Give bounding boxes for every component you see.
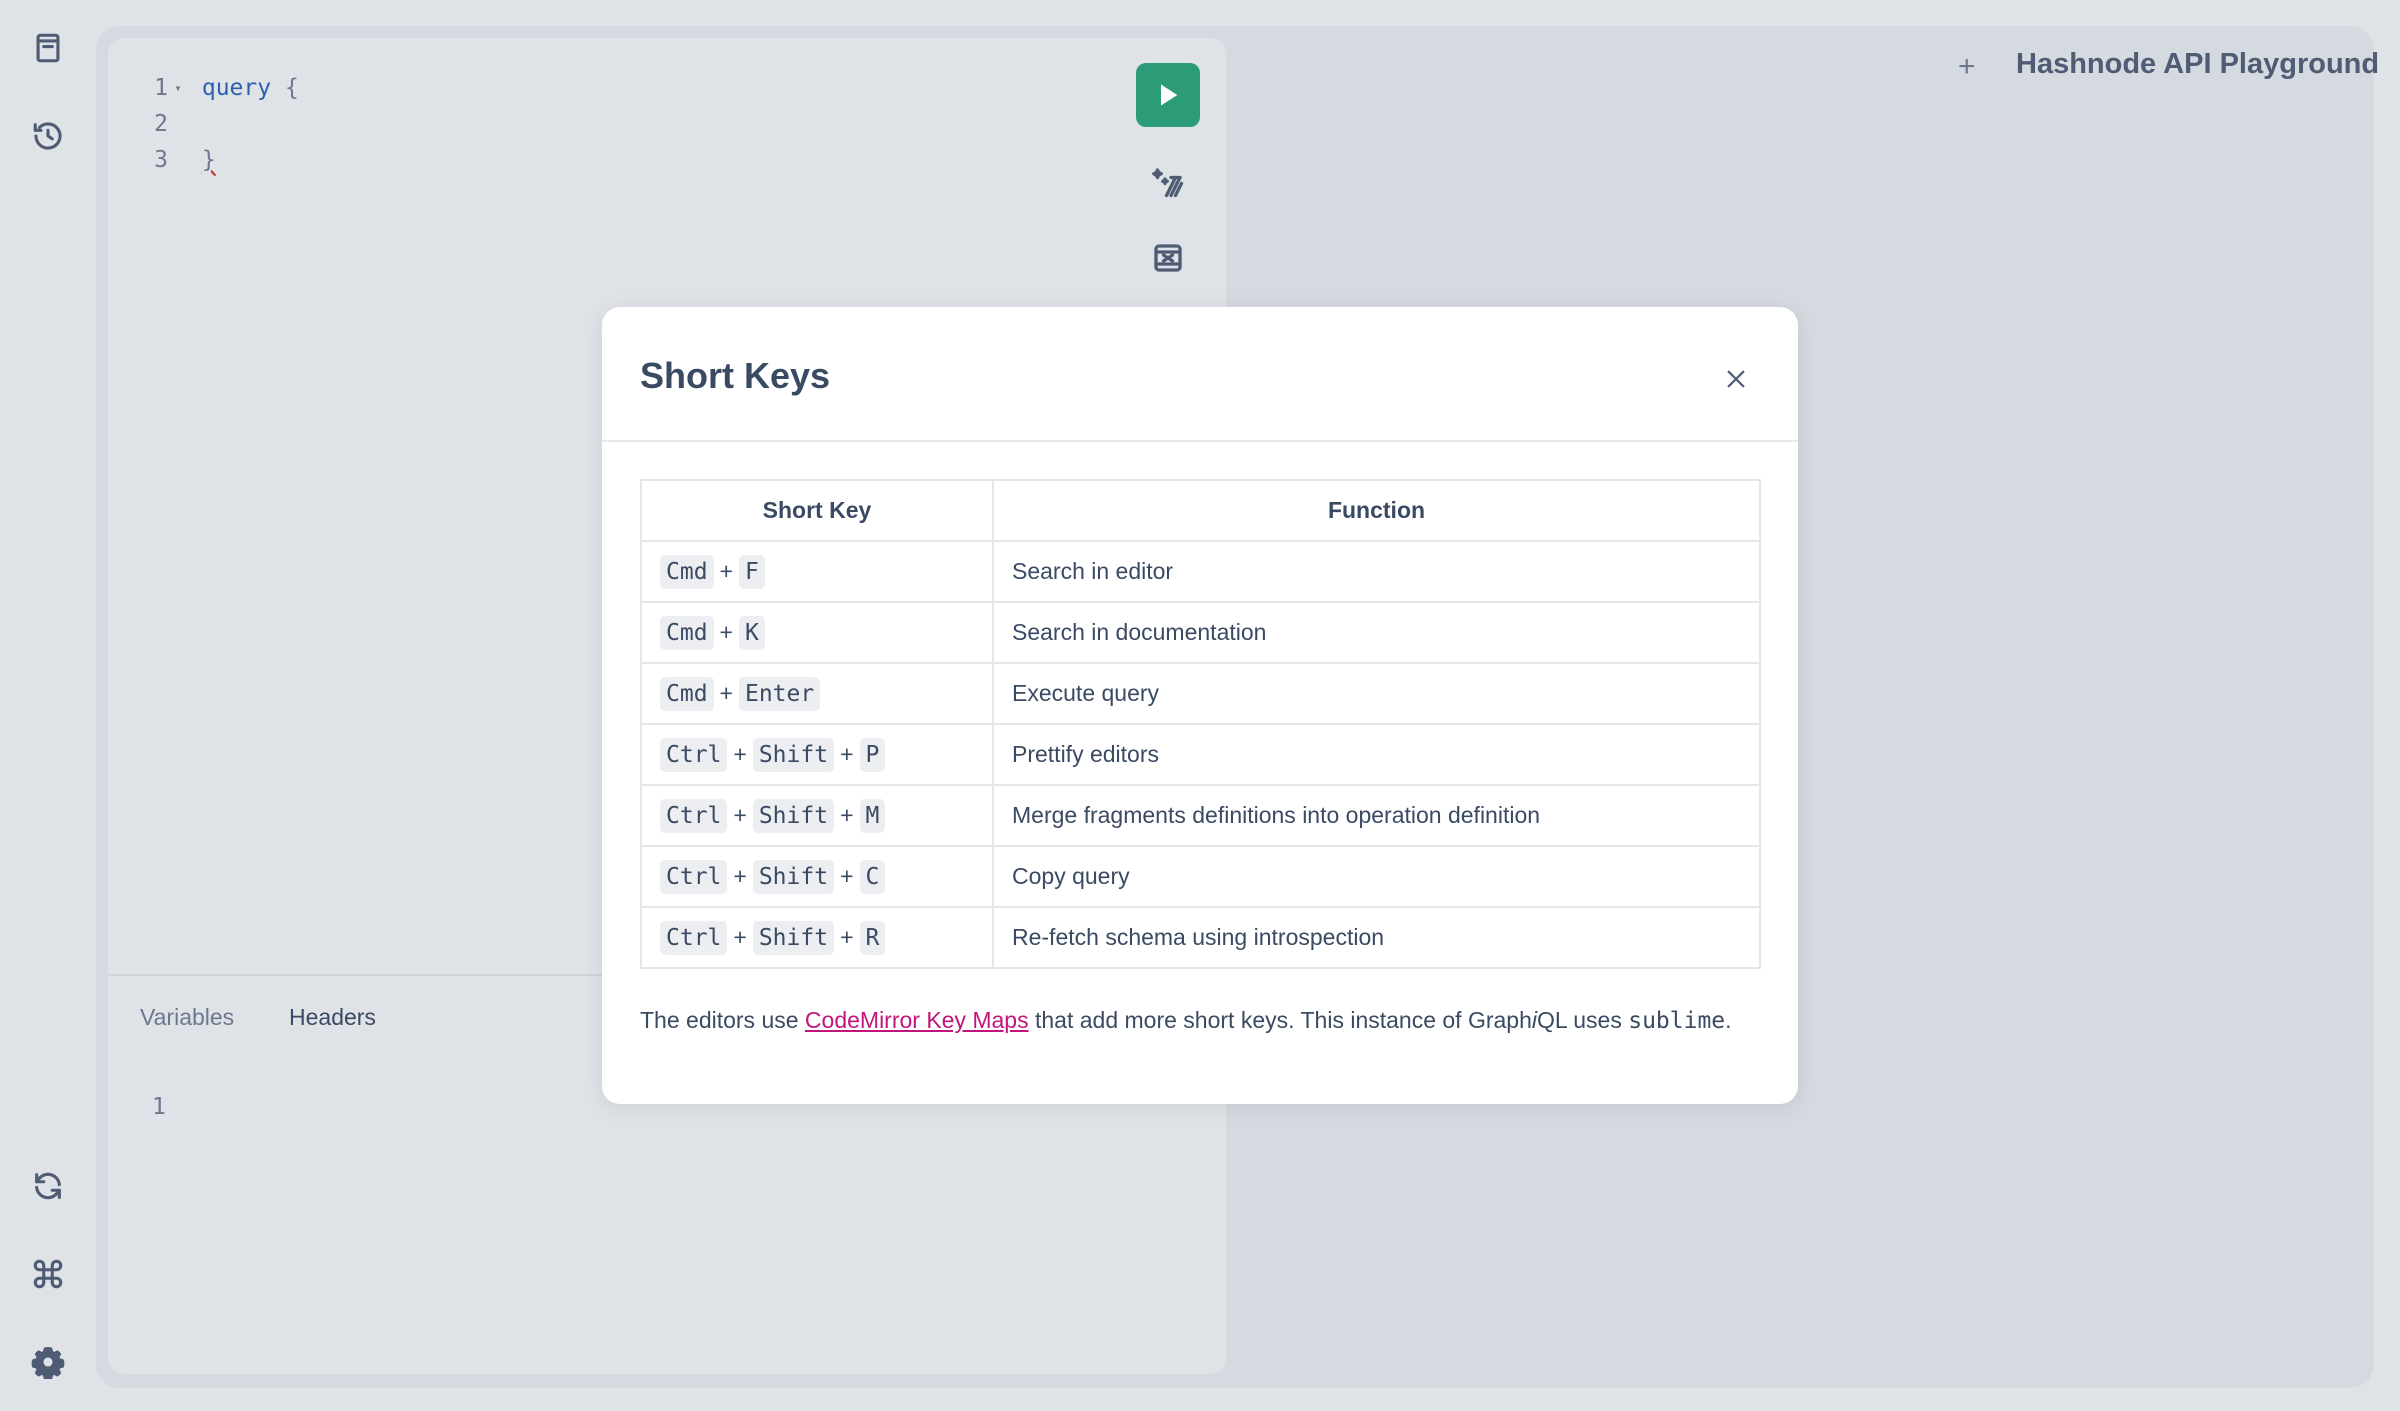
function-cell: Prettify editors (992, 723, 1761, 786)
shortcut-cell: Ctrl + Shift + M (640, 784, 994, 847)
key-separator: + (840, 741, 854, 767)
code-token: query (201, 75, 272, 101)
fold-toggle-icon[interactable]: ▾ (168, 70, 188, 106)
table-row: Cmd + Enter Execute query (640, 662, 1761, 725)
sidebar-rail (0, 0, 96, 1411)
dialog-footnote: The editors use CodeMirror Key Maps that… (640, 1007, 1770, 1034)
docs-icon[interactable] (24, 24, 72, 72)
line-number: 3 (154, 147, 168, 173)
history-icon[interactable] (24, 112, 72, 160)
key-cap: Ctrl (660, 738, 728, 772)
play-icon (1161, 84, 1178, 106)
column-header-short-key: Short Key (640, 479, 994, 542)
footnote-text: QL uses (1537, 1007, 1629, 1033)
key-cap: F (738, 555, 765, 589)
function-cell: Search in documentation (992, 601, 1761, 664)
close-icon (1727, 370, 1745, 388)
key-cap: Ctrl (660, 860, 728, 894)
key-separator: + (840, 863, 854, 889)
code-token: } (201, 147, 216, 173)
key-separator: + (719, 619, 733, 645)
merge-fragments-button[interactable] (1144, 234, 1192, 282)
code-line[interactable]: 3 } (148, 142, 299, 178)
key-separator: + (733, 924, 747, 950)
short-keys-dialog: Short Keys Short Key Function Cmd + F Searc… (602, 307, 1798, 1104)
key-cap: Shift (752, 738, 835, 772)
key-cap: C (859, 860, 886, 894)
key-cap: Cmd (660, 677, 714, 711)
code-line[interactable]: 1 ▾ query { (148, 70, 299, 106)
table-row: Ctrl + Shift + R Re-fetch schema using intros… (640, 906, 1761, 969)
shortcut-cell: Ctrl + Shift + C (640, 845, 994, 908)
key-separator: + (719, 680, 733, 706)
shortcut-cell: Cmd + K (640, 601, 994, 664)
key-cap: Enter (738, 677, 821, 711)
footnote-text: that add more short keys. This instance … (1028, 1007, 1532, 1033)
code-line[interactable]: 2 (148, 106, 299, 142)
shortcut-cell: Ctrl + Shift + R (640, 906, 994, 969)
refresh-icon[interactable] (24, 1162, 72, 1210)
function-cell: Execute query (992, 662, 1761, 725)
function-cell: Search in editor (992, 540, 1761, 603)
codemirror-keymaps-link[interactable]: CodeMirror Key Maps (805, 1007, 1029, 1033)
function-cell: Merge fragments definitions into operati… (992, 784, 1761, 847)
prettify-button[interactable] (1144, 158, 1192, 206)
code-token: { (271, 75, 299, 101)
short-keys-table: Short Key Function Cmd + F Search in editor… (640, 479, 1761, 969)
footnote-text: The editors use (640, 1007, 805, 1033)
key-cap: R (859, 921, 886, 955)
table-row: Ctrl + Shift + P Prettify editors (640, 723, 1761, 786)
settings-icon[interactable] (24, 1338, 72, 1386)
keymap-name: sublime (1628, 1008, 1726, 1034)
merge-icon (1154, 244, 1182, 272)
key-cap: Ctrl (660, 799, 728, 833)
table-row: Ctrl + Shift + C Copy query (640, 845, 1761, 908)
key-cap: Cmd (660, 555, 714, 589)
dialog-separator (602, 440, 1798, 442)
key-separator: + (840, 802, 854, 828)
key-cap: Shift (752, 921, 835, 955)
execute-query-button[interactable] (1136, 63, 1200, 127)
tab-headers[interactable]: Headers (289, 1004, 376, 1031)
key-separator: + (840, 924, 854, 950)
shortcut-cell: Cmd + F (640, 540, 994, 603)
dialog-title: Short Keys (640, 355, 831, 396)
key-separator: + (733, 741, 747, 767)
fold-gutter (168, 106, 188, 142)
headers-editor-line-number[interactable]: 1 (152, 1094, 166, 1120)
key-separator: + (733, 863, 747, 889)
function-cell: Copy query (992, 845, 1761, 908)
key-separator: + (719, 558, 733, 584)
shortcut-cell: Cmd + Enter (640, 662, 994, 725)
shortcuts-icon[interactable] (24, 1250, 72, 1298)
prettify-icon (1152, 168, 1184, 198)
line-number: 1 (154, 75, 168, 101)
key-cap: Cmd (660, 616, 714, 650)
key-cap: P (859, 738, 886, 772)
table-row: Cmd + K Search in documentation (640, 601, 1761, 664)
column-header-function: Function (992, 479, 1761, 542)
close-button[interactable] (1718, 361, 1754, 397)
key-cap: M (859, 799, 886, 833)
add-tab-button[interactable]: + (1958, 50, 1976, 84)
key-cap: Ctrl (660, 921, 728, 955)
key-cap: K (738, 616, 765, 650)
query-editor[interactable]: 1 ▾ query {2 3 } (148, 70, 299, 178)
table-row: Ctrl + Shift + M Merge fragments definitions … (640, 784, 1761, 847)
table-row: Cmd + F Search in editor (640, 540, 1761, 603)
function-cell: Re-fetch schema using introspection (992, 906, 1761, 969)
footnote-text: . (1725, 1007, 1732, 1033)
shortcut-cell: Ctrl + Shift + P (640, 723, 994, 786)
key-separator: + (733, 802, 747, 828)
key-cap: Shift (752, 860, 835, 894)
key-cap: Shift (752, 799, 835, 833)
fold-gutter (168, 142, 188, 178)
tab-variables[interactable]: Variables (140, 1004, 234, 1031)
line-number: 2 (154, 111, 168, 137)
tab-title[interactable]: Hashnode API Playground (2016, 48, 2379, 81)
